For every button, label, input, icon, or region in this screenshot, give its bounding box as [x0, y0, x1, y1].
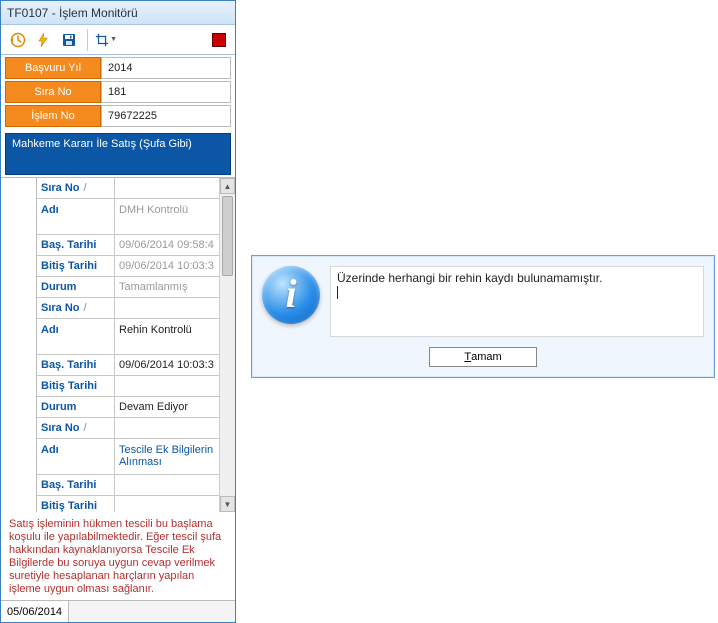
grid-row: AdıTescile Ek Bilgilerin Alınması [37, 439, 235, 475]
grid-row: Baş. Tarihi09/06/2014 09:58:4 [37, 235, 235, 256]
toolbar-separator [87, 29, 88, 51]
history-button[interactable] [5, 28, 29, 52]
grid-value: DMH Kontrolü [115, 199, 235, 234]
grid-label: Bitiş Tarihi [37, 496, 115, 512]
grid-label: Durum [37, 277, 115, 297]
status-bar: 05/06/2014 [1, 600, 235, 622]
grid-value: Rehin Kontrolü [115, 319, 235, 354]
dialog-footer: Tamam [252, 343, 714, 377]
grid-row: Sıra No /7 [37, 298, 235, 319]
grid-value: Tescile Ek Bilgilerin Alınması [115, 439, 235, 474]
grid-label: Adı [37, 439, 115, 474]
grid-row: Baş. Tarihi [37, 475, 235, 496]
record-icon [212, 33, 226, 47]
value-sira-no[interactable]: 181 [101, 81, 231, 103]
grid-row: Baş. Tarihi09/06/2014 10:03:3 [37, 355, 235, 376]
grid-row: Bitiş Tarihi [37, 496, 235, 512]
dialog-message-box[interactable]: Üzerinde herhangi bir rehin kaydı buluna… [330, 266, 704, 337]
flash-button[interactable] [31, 28, 55, 52]
grid-value: 8 [115, 418, 235, 438]
grid-label: Adı [37, 199, 115, 234]
record-6[interactable]: Sıra No /6AdıDMH KontrolüBaş. Tarihi09/0… [37, 178, 235, 298]
grid-row: AdıRehin Kontrolü [37, 319, 235, 355]
record-8[interactable]: Sıra No /8AdıTescile Ek Bilgilerin Alınm… [37, 418, 235, 512]
crop-button[interactable]: ▼ [94, 28, 118, 52]
info-dialog: Üzerinde herhangi bir rehin kaydı buluna… [251, 255, 715, 378]
window-title: TF0107 - İşlem Monitörü [7, 6, 138, 20]
text-caret [337, 286, 338, 299]
grid-gutter [1, 178, 37, 512]
grid-value [115, 475, 235, 495]
info-icon [262, 266, 320, 324]
value-basvuru-yil[interactable]: 2014 [101, 57, 231, 79]
grid-label: Baş. Tarihi [37, 355, 115, 375]
toolbar: ▼ [1, 25, 235, 55]
status-date: 05/06/2014 [1, 601, 69, 622]
label-sira-no: Sıra No [5, 81, 101, 103]
ok-button-label-rest: amam [471, 351, 502, 363]
row-sira-no: Sıra No 181 [5, 81, 231, 103]
row-islem-no: İşlem No 79672225 [5, 105, 231, 127]
grid: Sıra No /6AdıDMH KontrolüBaş. Tarihi09/0… [37, 178, 235, 512]
grid-value: Tamamlanmış [115, 277, 235, 297]
grid-label: Bitiş Tarihi [37, 256, 115, 276]
grid-row: Sıra No /8 [37, 418, 235, 439]
grid-row: Bitiş Tarihi09/06/2014 10:03:3 [37, 256, 235, 277]
process-type-bar[interactable]: Mahkeme Kararı İle Satış (Şufa Gibi) [5, 133, 231, 175]
value-islem-no[interactable]: 79672225 [101, 105, 231, 127]
dialog-message: Üzerinde herhangi bir rehin kaydı buluna… [337, 271, 602, 285]
scroll-up-button[interactable]: ▲ [220, 178, 235, 194]
form-area: Başvuru Yıl 2014 Sıra No 181 İşlem No 79… [1, 55, 235, 131]
chevron-down-icon: ▼ [110, 36, 117, 43]
dialog-body: Üzerinde herhangi bir rehin kaydı buluna… [252, 256, 714, 343]
titlebar[interactable]: TF0107 - İşlem Monitörü [1, 1, 235, 25]
record-7[interactable]: Sıra No /7AdıRehin KontrolüBaş. Tarihi09… [37, 298, 235, 418]
scrollbar[interactable]: ▲ ▼ [219, 178, 235, 512]
footer-note: Satış işleminin hükmen tescili bu başlam… [1, 512, 235, 600]
grid-label: Baş. Tarihi [37, 235, 115, 255]
history-icon [8, 31, 26, 49]
grid-value [115, 376, 235, 396]
grid-row: DurumDevam Ediyor [37, 397, 235, 418]
grid-value: 09/06/2014 10:03:3 [115, 256, 235, 276]
flash-icon [35, 32, 51, 48]
grid-label: Bitiş Tarihi [37, 376, 115, 396]
grid-wrap: Sıra No /6AdıDMH KontrolüBaş. Tarihi09/0… [1, 177, 235, 512]
grid-value: 7 [115, 298, 235, 318]
ok-button[interactable]: Tamam [429, 347, 537, 367]
grid-row: Bitiş Tarihi [37, 376, 235, 397]
grid-label: Adı [37, 319, 115, 354]
grid-row: Sıra No /6 [37, 178, 235, 199]
monitor-window: TF0107 - İşlem Monitörü [0, 0, 236, 623]
crop-icon [95, 32, 109, 48]
grid-value [115, 496, 235, 512]
scroll-thumb[interactable] [222, 196, 233, 276]
grid-row: AdıDMH Kontrolü [37, 199, 235, 235]
grid-value: 09/06/2014 09:58:4 [115, 235, 235, 255]
grid-label: Durum [37, 397, 115, 417]
grid-value: 09/06/2014 10:03:3 [115, 355, 235, 375]
label-islem-no: İşlem No [5, 105, 101, 127]
grid-label: Baş. Tarihi [37, 475, 115, 495]
label-basvuru-yil: Başvuru Yıl [5, 57, 101, 79]
grid-row: DurumTamamlanmış [37, 277, 235, 298]
grid-label: Sıra No / [37, 418, 115, 438]
save-icon [61, 32, 77, 48]
save-button[interactable] [57, 28, 81, 52]
grid-label: Sıra No / [37, 178, 115, 198]
grid-value: Devam Ediyor [115, 397, 235, 417]
record-button[interactable] [207, 28, 231, 52]
scroll-down-button[interactable]: ▼ [220, 496, 235, 512]
row-basvuru-yil: Başvuru Yıl 2014 [5, 57, 231, 79]
grid-label: Sıra No / [37, 298, 115, 318]
grid-value: 6 [115, 178, 235, 198]
